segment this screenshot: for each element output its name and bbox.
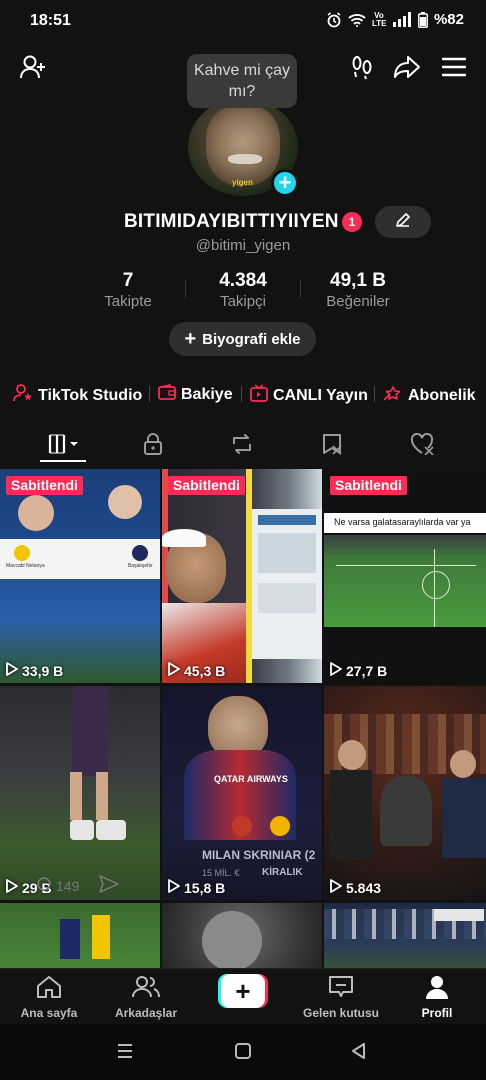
pinned-badge: Sabitlendi	[6, 476, 83, 495]
comment-icon	[36, 876, 52, 895]
username: BITIMIDAYIBITTIYIIYEN	[124, 211, 339, 232]
shirt-sponsor: QATAR AIRWAYS	[214, 774, 288, 784]
video-grid: Maccabi Netanya Başakşehir Sabitlendi 33…	[0, 469, 486, 979]
videos-grid-icon	[46, 433, 82, 460]
footprints-icon[interactable]	[347, 52, 377, 82]
avatar-watermark: yigen	[232, 178, 253, 187]
view-count: 15,8 B	[168, 879, 225, 896]
battery-percent: %82	[433, 11, 464, 28]
system-navigation	[0, 1024, 486, 1080]
inbox-icon	[328, 975, 354, 1002]
shortcut-balance[interactable]: Bakiye	[158, 384, 233, 405]
view-count: 27,7 B	[330, 662, 387, 679]
favorites-icon	[321, 433, 345, 460]
nav-profile[interactable]: Profil	[412, 975, 462, 1020]
repost-icon	[230, 433, 254, 460]
video-thumbnail[interactable]: Ne varsa galatasaraylılarda var ya Sabit…	[324, 469, 486, 683]
view-count: 33,9 B	[6, 662, 63, 679]
live-tv-icon	[250, 384, 268, 407]
video-thumbnail[interactable]: QATAR AIRWAYS MILAN SKRINIAR (2 15 MİL. …	[162, 686, 322, 900]
shortcut-subscription[interactable]: Abonelik	[383, 384, 476, 407]
tab-videos[interactable]	[44, 428, 84, 464]
pencil-icon	[395, 212, 411, 233]
pinned-badge: Sabitlendi	[168, 476, 245, 495]
video-thumbnail[interactable]: 29 B 149	[0, 686, 160, 900]
video-thumbnail[interactable]: Maccabi Netanya Başakşehir Sabitlendi 33…	[0, 469, 160, 683]
play-icon	[168, 662, 180, 679]
home-button-icon[interactable]	[234, 1042, 252, 1065]
video-thumbnail[interactable]: Sabitlendi 45,3 B	[162, 469, 322, 683]
video-price: 15 MİL. €	[202, 868, 240, 878]
video-thumbnail[interactable]: 5.843	[324, 686, 486, 900]
nav-inbox[interactable]: Gelen kutusu	[300, 975, 382, 1020]
back-icon[interactable]	[350, 1042, 368, 1065]
status-time: 18:51	[30, 12, 71, 29]
share-icon[interactable]	[391, 52, 423, 82]
active-tab-indicator	[40, 460, 86, 462]
divider	[149, 386, 150, 402]
stat-following[interactable]: 7 Takipte	[98, 270, 158, 310]
add-bio-button[interactable]: + Biyografi ekle	[169, 322, 316, 356]
shortcut-live[interactable]: CANLI Yayın	[250, 384, 368, 407]
play-icon	[168, 879, 180, 896]
edit-profile-button[interactable]	[375, 206, 431, 238]
status-bar: 18:51 Vo LTE %82	[0, 0, 486, 42]
add-friend-icon[interactable]	[16, 52, 50, 82]
signal-icon	[392, 12, 412, 27]
stat-followers[interactable]: 4.384 Takipçi	[208, 270, 278, 310]
divider	[374, 386, 375, 402]
wallet-icon	[158, 384, 176, 405]
nav-friends[interactable]: Arkadaşlar	[112, 975, 180, 1020]
user-handle: @bitimi_yigen	[195, 237, 291, 254]
view-count: 5.843	[330, 879, 381, 896]
video-subcaption: KİRALIK	[262, 867, 303, 878]
pinned-badge: Sabitlendi	[330, 476, 407, 495]
plus-icon: +	[184, 328, 197, 350]
home-icon	[36, 975, 62, 1002]
video-caption: MILAN SKRINIAR (2	[202, 848, 316, 862]
video-caption: Ne varsa galatasaraylılarda var ya	[334, 517, 471, 527]
divider	[241, 386, 242, 402]
person-star-icon	[13, 384, 33, 407]
volte-label: Vo LTE	[371, 10, 387, 28]
tab-favorites[interactable]	[313, 428, 353, 464]
stat-likes[interactable]: 49,1 B Beğeniler	[318, 270, 398, 310]
add-story-plus-icon[interactable]: +	[271, 169, 299, 197]
subscription-icon	[383, 384, 403, 407]
comment-count: 149	[36, 875, 120, 896]
alarm-icon	[326, 11, 342, 28]
notification-badge[interactable]: 1	[342, 212, 362, 232]
divider	[300, 280, 301, 298]
lock-icon	[143, 432, 163, 460]
tab-reposts[interactable]	[222, 428, 262, 464]
profile-icon	[425, 975, 449, 1002]
nav-home[interactable]: Ana sayfa	[20, 975, 78, 1020]
recent-apps-icon[interactable]	[116, 1042, 134, 1065]
note-bubble[interactable]: Kahve mi çay mı?	[187, 54, 297, 108]
view-count: 45,3 B	[168, 662, 225, 679]
send-icon	[99, 875, 120, 896]
play-icon	[6, 879, 18, 896]
create-plus-icon: +	[221, 974, 265, 1008]
friends-icon	[132, 975, 160, 1002]
play-icon	[6, 662, 18, 679]
liked-icon	[410, 432, 436, 460]
create-plus-button[interactable]: +	[218, 974, 268, 1008]
shortcut-tiktok-studio[interactable]: TikTok Studio	[13, 384, 142, 407]
divider	[185, 280, 186, 298]
battery-icon	[418, 11, 428, 28]
menu-icon[interactable]	[438, 52, 470, 82]
wifi-icon	[348, 13, 366, 27]
play-icon	[330, 662, 342, 679]
match-card: Maccabi Netanya Başakşehir	[0, 539, 160, 579]
tab-private[interactable]	[133, 428, 173, 464]
play-icon	[330, 879, 342, 896]
tab-liked[interactable]	[403, 428, 443, 464]
